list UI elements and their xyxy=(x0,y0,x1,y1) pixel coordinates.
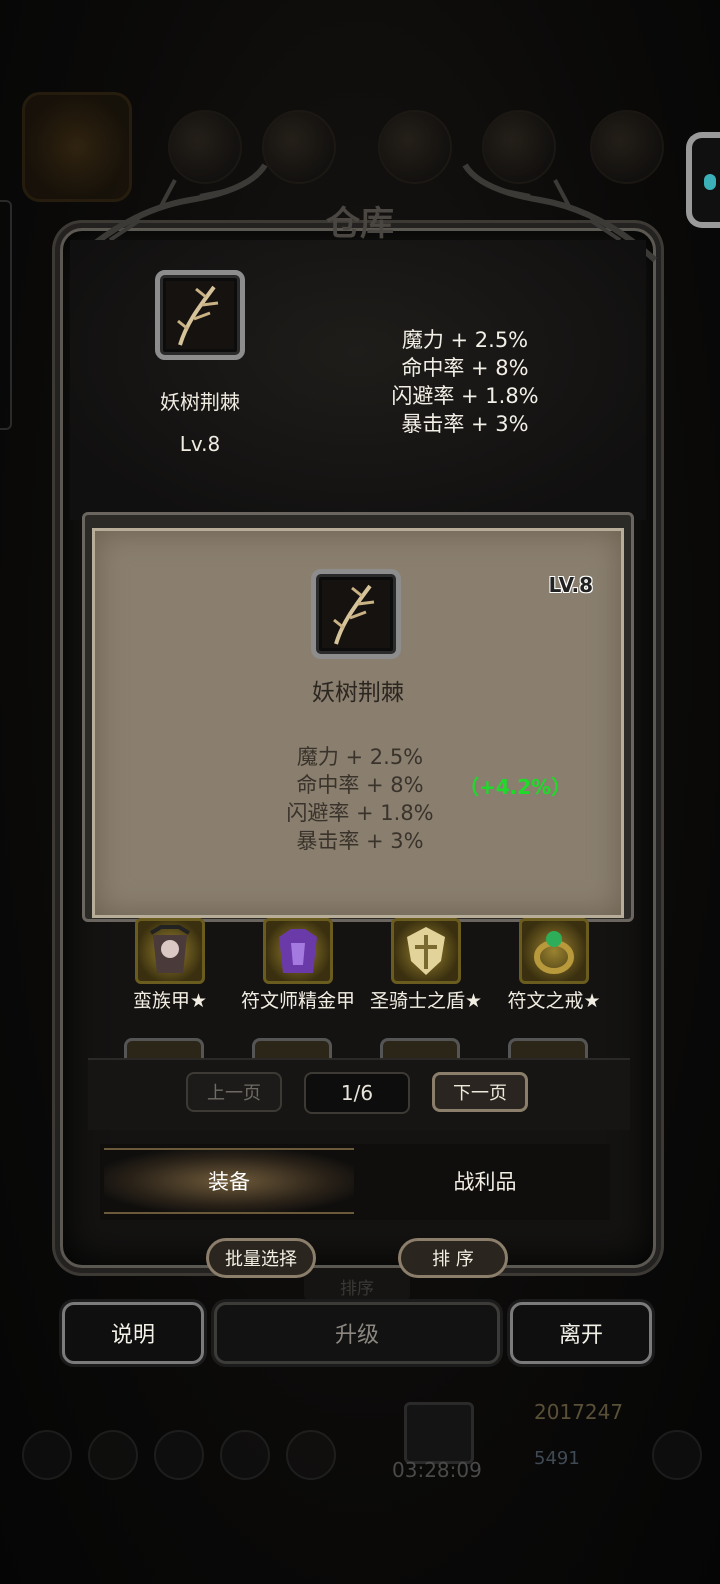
sort-shadow-label: 排序 xyxy=(304,1268,410,1304)
detail-card: LV.8 妖树荆棘 魔力 + 2.5% 命中率 + 8% 闪避率 + 1.8% … xyxy=(92,528,624,918)
timer: 03:28:09 xyxy=(392,1458,482,1482)
stat-bonus: （+4.2%） xyxy=(459,775,572,799)
tab-equipment[interactable]: 装备 xyxy=(104,1148,354,1214)
page-title: 仓库 xyxy=(326,204,394,244)
footer-add-icon xyxy=(652,1430,702,1480)
barbarian-armor-icon xyxy=(135,918,205,984)
selected-item-stats: 魔力 + 2.5% 命中率 + 8% 闪避率 + 1.8% 暴击率 + 3% xyxy=(370,326,560,438)
stat-line: 暴击率 + 3% xyxy=(401,412,529,436)
footer-menu-icon xyxy=(88,1430,138,1480)
next-page-button[interactable]: 下一页 xyxy=(432,1072,528,1112)
inventory-item[interactable] xyxy=(124,1038,204,1058)
stat-line: 命中率 + 8% xyxy=(401,356,529,380)
prev-page-button[interactable]: 上一页 xyxy=(186,1072,282,1112)
selected-item-level: Lv.8 xyxy=(179,432,221,456)
stat-line: 暴击率 + 3% xyxy=(296,829,424,853)
inventory-item-label: 符文师精金甲 xyxy=(240,990,355,1012)
drawer-dot-icon xyxy=(704,174,716,190)
upgrade-button[interactable]: 升级 xyxy=(214,1302,500,1364)
paladin-shield-icon xyxy=(391,918,461,984)
gold-count: 2017247 xyxy=(534,1400,624,1424)
inventory-item[interactable]: 蛮族甲★ xyxy=(106,918,234,1015)
help-button[interactable]: 说明 xyxy=(62,1302,204,1364)
menu-orb-icon xyxy=(378,110,452,184)
detail-item-name: 妖树荆棘 xyxy=(312,680,404,706)
gift-icon xyxy=(404,1402,474,1464)
stat-line: 闪避率 + 1.8% xyxy=(391,384,539,408)
footer-menu-icon xyxy=(220,1430,270,1480)
thorn-branch-icon[interactable] xyxy=(155,270,245,360)
inventory-grid: 蛮族甲★ 符文师精金甲 圣骑士之盾★ 符文之戒★ xyxy=(106,918,616,1058)
detail-stats: 魔力 + 2.5% 命中率 + 8% 闪避率 + 1.8% 暴击率 + 3% xyxy=(255,743,465,855)
menu-orb-icon xyxy=(262,110,336,184)
inventory-item[interactable]: 圣骑士之盾★ xyxy=(362,918,490,1015)
inventory-item-label: 符文之戒★ xyxy=(507,990,601,1012)
footer-menu-icon xyxy=(22,1430,72,1480)
inventory-item[interactable] xyxy=(380,1038,460,1058)
inventory-item[interactable]: 符文之戒★ xyxy=(490,918,616,1015)
detail-level: LV.8 xyxy=(548,573,593,597)
inventory-item[interactable] xyxy=(508,1038,588,1058)
rune-ring-icon xyxy=(519,918,589,984)
inventory-item-label: 圣骑士之盾★ xyxy=(369,990,483,1012)
footer-menu-icon xyxy=(286,1430,336,1480)
stat-line: 命中率 + 8% xyxy=(296,773,424,797)
stat-line: 闪避率 + 1.8% xyxy=(286,801,434,825)
leave-button[interactable]: 离开 xyxy=(510,1302,652,1364)
inventory-item[interactable]: 符文师精金甲 xyxy=(234,918,362,1015)
selected-item-name: 妖树荆棘 xyxy=(160,390,240,414)
thorn-branch-icon xyxy=(311,569,401,659)
inventory-item[interactable] xyxy=(252,1038,332,1058)
stat-line: 魔力 + 2.5% xyxy=(296,745,424,769)
tab-loot[interactable]: 战利品 xyxy=(370,1148,600,1214)
page-indicator: 1/6 xyxy=(304,1072,410,1114)
inventory-item-label: 蛮族甲★ xyxy=(132,990,208,1012)
footer-menu-icon xyxy=(154,1430,204,1480)
batch-select-button[interactable]: 批量选择 xyxy=(206,1238,316,1278)
stat-line: 魔力 + 2.5% xyxy=(401,328,529,352)
sort-button[interactable]: 排 序 xyxy=(398,1238,508,1278)
gem-count: 5491 xyxy=(534,1448,580,1469)
runemaster-armor-icon xyxy=(263,918,333,984)
